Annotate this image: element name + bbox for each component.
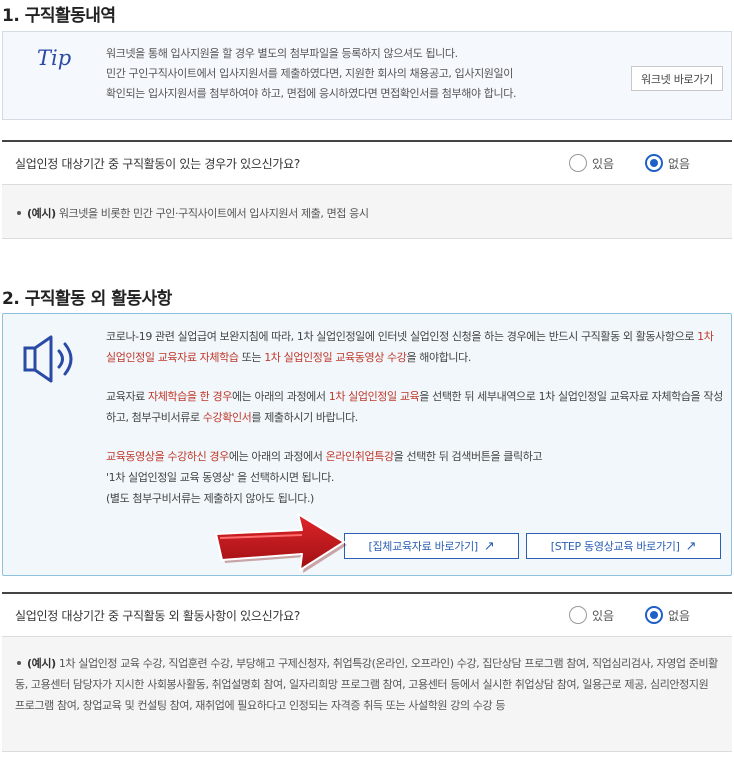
notice-text-span: 교육자료	[106, 390, 148, 403]
notice-box: 코로나-19 관련 실업급여 보완지침에 따라, 1차 실업인정일에 인터넷 실…	[2, 313, 732, 576]
radio-yes[interactable]: 있음	[569, 154, 614, 172]
question-text: 실업인정 대상기간 중 구직활동 외 활동사항이 있으신가요?	[15, 609, 300, 623]
notice-highlight: 자체학습을 한 경우	[147, 390, 232, 403]
worknet-shortcut-button[interactable]: 워크넷 바로가기	[631, 66, 723, 91]
tip-line: 확인되는 입사지원서를 첨부하여야 하고, 면접에 응시하였다면 면접확인서를 …	[106, 87, 517, 100]
tip-box: Tip 워크넷을 통해 입사지원을 할 경우 별도의 첨부파일을 등록하지 않으…	[2, 31, 732, 120]
group-education-material-button[interactable]: [집체교육자료 바로가기] ↗	[344, 533, 519, 559]
notice-highlight: 온라인취업특강	[325, 450, 394, 463]
example-text: (예시) 1차 실업인정 교육 수강, 직업훈련 수강, 부당해고 구제신청자,…	[15, 653, 720, 716]
radio-no[interactable]: 없음	[645, 606, 690, 624]
notice-highlight: 수강확인서	[202, 411, 252, 424]
notice-text-span: 코로나-19 관련 실업급여 보완지침에 따라, 1차 실업인정일에 인터넷 실…	[106, 330, 698, 343]
notice-text-span: 을 선택한 뒤 검색버튼을 클릭하고	[393, 450, 543, 463]
example-label: (예시)	[27, 207, 56, 220]
example-label: (예시)	[27, 657, 56, 670]
section-title-other-activities: 2. 구직활동 외 활동사항	[2, 289, 172, 309]
external-link-icon: ↗	[685, 538, 697, 554]
tip-text: 워크넷을 통해 입사지원을 할 경우 별도의 첨부파일을 등록하지 않으셔도 됩…	[106, 44, 516, 104]
radio-yes[interactable]: 있음	[569, 606, 614, 624]
radio-circle-selected[interactable]	[645, 154, 663, 172]
tip-label: Tip	[37, 46, 72, 70]
notice-text-span: 를 제출하시기 바랍니다.	[251, 411, 358, 424]
button-label: [집체교육자료 바로가기]	[368, 540, 479, 553]
button-label: [STEP 동영상교육 바로가기]	[550, 540, 680, 553]
other-activity-question: 실업인정 대상기간 중 구직활동 외 활동사항이 있으신가요? 있음 없음	[2, 592, 732, 637]
radio-label: 없음	[668, 156, 691, 171]
notice-text-span: 또는	[238, 351, 265, 364]
notice-text: 코로나-19 관련 실업급여 보완지침에 따라, 1차 실업인정일에 인터넷 실…	[106, 326, 724, 509]
radio-circle[interactable]	[569, 606, 587, 624]
example-text: (예시) 워크넷을 비롯한 민간 구인·구직사이트에서 입사지원서 제출, 면접…	[15, 203, 720, 224]
notice-text-span: 을 해야합니다.	[406, 351, 471, 364]
section-title-job-search: 1. 구직활동내역	[2, 6, 116, 26]
radio-label: 없음	[668, 608, 691, 623]
notice-paragraph-1: 코로나-19 관련 실업급여 보완지침에 따라, 1차 실업인정일에 인터넷 실…	[106, 326, 724, 368]
step-video-education-button[interactable]: [STEP 동영상교육 바로가기] ↗	[526, 533, 721, 559]
notice-text-line: '1차 실업인정일 교육 동영상' 을 선택하시면 됩니다.	[106, 471, 334, 484]
red-arrow-pointer	[215, 513, 347, 573]
notice-text-span: 에는 아래의 과정에서	[228, 450, 326, 463]
notice-highlight: 1차 실업인정일 교육	[328, 390, 420, 403]
example-box: (예시) 1차 실업인정 교육 수강, 직업훈련 수강, 부당해고 구제신청자,…	[2, 637, 732, 752]
radio-circle-selected[interactable]	[645, 606, 663, 624]
example-body: 워크넷을 비롯한 민간 구인·구직사이트에서 입사지원서 제출, 면접 응시	[58, 207, 369, 220]
notice-highlight: 1차 실업인정일 교육동영상 수강	[264, 351, 407, 364]
radio-circle[interactable]	[569, 154, 587, 172]
bullet	[17, 661, 21, 665]
notice-text-span: 에는 아래의 과정에서	[231, 390, 329, 403]
radio-no[interactable]: 없음	[645, 154, 690, 172]
example-box: (예시) 워크넷을 비롯한 민간 구인·구직사이트에서 입사지원서 제출, 면접…	[2, 185, 732, 239]
notice-highlight: 교육동영상을 수강하신 경우	[106, 450, 229, 463]
job-search-question: 실업인정 대상기간 중 구직활동이 있는 경우가 있으신가요? 있음 없음	[2, 140, 732, 185]
tip-line: 워크넷을 통해 입사지원을 할 경우 별도의 첨부파일을 등록하지 않으셔도 됩…	[106, 47, 458, 60]
example-body: 1차 실업인정 교육 수강, 직업훈련 수강, 부당해고 구제신청자, 취업특강…	[15, 657, 718, 712]
speaker-icon	[23, 335, 73, 383]
external-link-icon: ↗	[483, 538, 495, 554]
bullet	[17, 211, 21, 215]
radio-label: 있음	[592, 608, 615, 623]
notice-paragraph-2: 교육자료 자체학습을 한 경우에는 아래의 과정에서 1차 실업인정일 교육을 …	[106, 386, 724, 428]
notice-paragraph-3: 교육동영상을 수강하신 경우에는 아래의 과정에서 온라인취업특강을 선택한 뒤…	[106, 446, 724, 509]
notice-text-line: (별도 첨부구비서류는 제출하지 않아도 됩니다.)	[106, 492, 314, 505]
tip-line: 민간 구인구직사이트에서 입사지원서를 제출하였다면, 지원한 회사의 채용공고…	[106, 67, 513, 80]
question-text: 실업인정 대상기간 중 구직활동이 있는 경우가 있으신가요?	[15, 157, 300, 171]
radio-label: 있음	[592, 156, 615, 171]
